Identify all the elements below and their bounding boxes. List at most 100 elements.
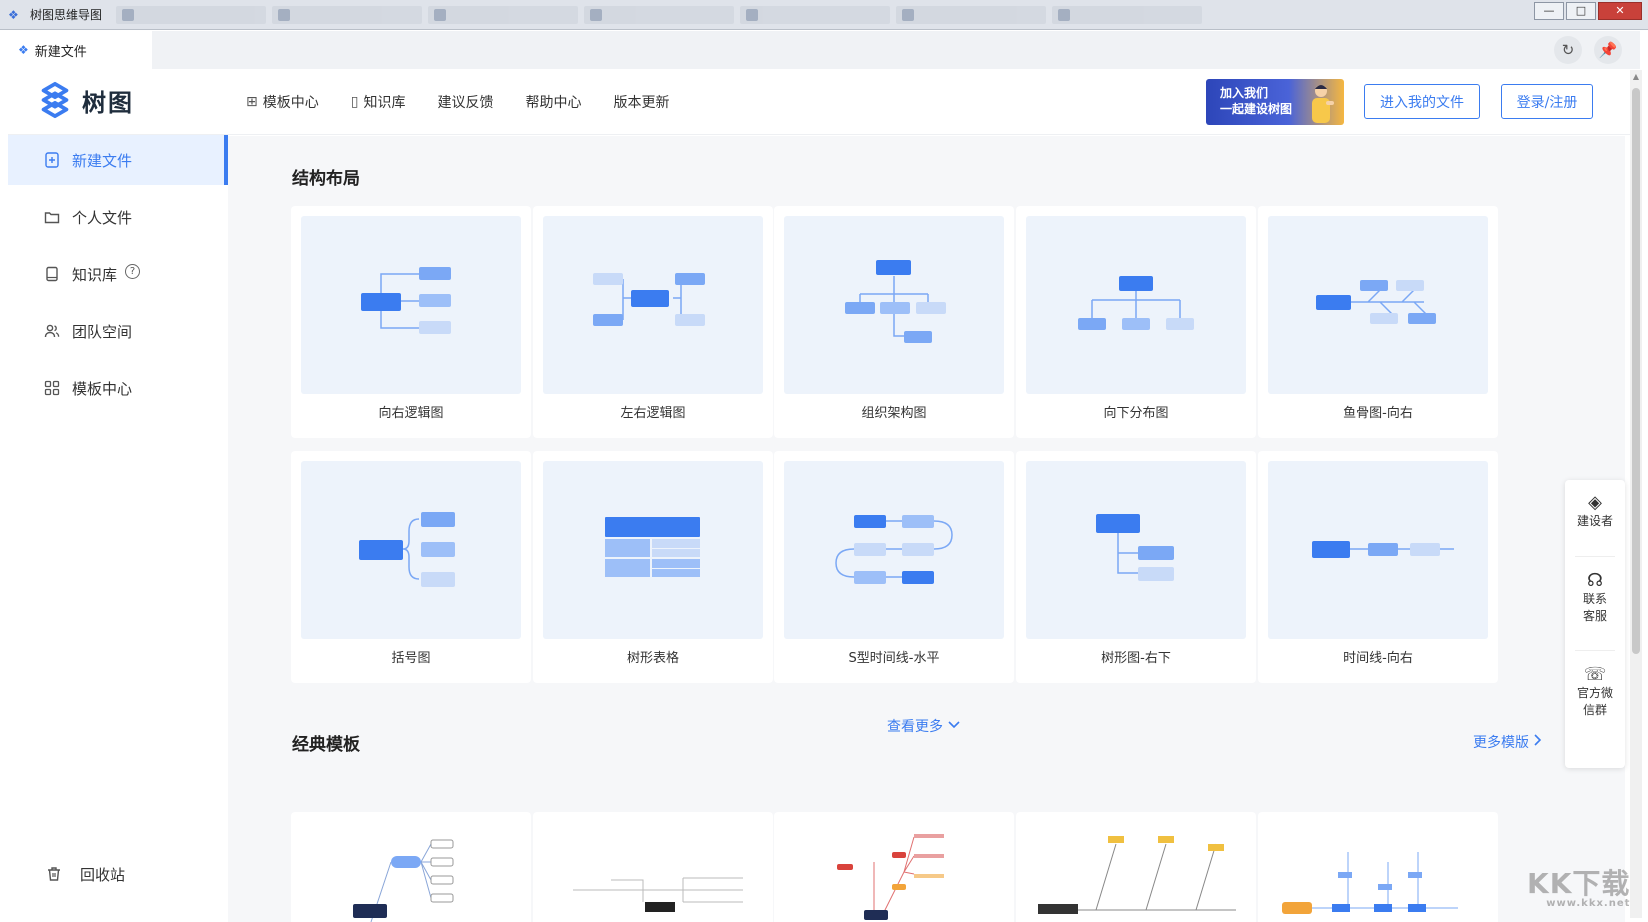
chevron-right-icon <box>1533 733 1543 751</box>
pin-button[interactable]: 📌 <box>1594 36 1622 64</box>
divider <box>1575 650 1615 651</box>
window-title: 树图思维导图 <box>30 8 103 22</box>
nav-label: 模板中心 <box>262 95 319 111</box>
taskbar-tab[interactable] <box>584 5 735 24</box>
layout-card-tree-table[interactable]: 树形表格 <box>533 451 773 683</box>
chevron-down-icon <box>947 718 961 734</box>
sidebar-item-team-space[interactable]: 团队空间 <box>8 306 228 356</box>
template-thumbnail <box>837 834 944 920</box>
sidebar-item-knowledge-base[interactable]: 知识库 ? <box>8 249 228 299</box>
layout-thumbnail <box>1026 461 1246 639</box>
taskbar-tab[interactable] <box>1052 5 1203 24</box>
layout-card-timeline-right[interactable]: 时间线-向右 <box>1258 451 1498 683</box>
tab-new-file[interactable]: ❖ 新建文件 <box>8 31 152 69</box>
book-icon: ▯ <box>350 94 359 110</box>
layout-card-bracket[interactable]: 括号图 <box>291 451 531 683</box>
layout-thumbnail <box>1026 216 1246 394</box>
float-wechat-group[interactable]: ☏ 官方微信群 <box>1565 666 1625 719</box>
template-thumbnail <box>1038 836 1236 914</box>
see-more-link[interactable]: 查看更多 <box>887 716 961 736</box>
layout-thumbnail <box>301 461 521 639</box>
app-header: 树图 ⊞ 模板中心 ▯ 知识库 建议反馈 帮助中心 版本更新 加入我们 一起建设… <box>8 69 1632 135</box>
help-icon[interactable]: ? <box>125 263 141 279</box>
nav-label: 知识库 <box>363 95 406 111</box>
taskbar-tab[interactable] <box>896 5 1047 24</box>
layout-card-left-right-logic[interactable]: 左右逻辑图 <box>533 206 773 438</box>
team-icon <box>44 323 60 339</box>
nav-knowledge-base[interactable]: ▯ 知识库 <box>351 92 406 112</box>
os-title-bar: ❖ 树图思维导图 — □ ✕ <box>0 0 1648 30</box>
login-register-button[interactable]: 登录/注册 <box>1501 84 1593 119</box>
layout-card-down-distribution[interactable]: 向下分布图 <box>1016 206 1256 438</box>
nav-feedback[interactable]: 建议反馈 <box>437 92 493 112</box>
maximize-button[interactable]: □ <box>1566 2 1596 20</box>
template-thumbnail <box>353 839 454 922</box>
template-card[interactable] <box>1016 812 1256 922</box>
refresh-icon: ↻ <box>1561 41 1575 59</box>
more-templates-link[interactable]: 更多模版 <box>1473 732 1543 752</box>
sidebar-item-label: 知识库 <box>72 265 118 284</box>
nav-help-center[interactable]: 帮助中心 <box>525 92 581 112</box>
template-card[interactable] <box>774 812 1014 922</box>
close-button[interactable]: ✕ <box>1598 2 1642 20</box>
layout-label: 组织架构图 <box>861 406 927 421</box>
float-builder-label: 建设者 <box>1576 514 1613 528</box>
layout-label: 树形表格 <box>626 651 679 666</box>
my-files-button[interactable]: 进入我的文件 <box>1364 84 1480 119</box>
logo-mark-icon <box>41 81 69 119</box>
more-templates-label: 更多模版 <box>1473 735 1529 751</box>
section-title-structure: 结构布局 <box>292 169 360 189</box>
taskbar-tab[interactable] <box>272 5 423 24</box>
sidebar-item-recycle-bin[interactable]: 回收站 <box>8 854 228 894</box>
sidebar-item-label: 个人文件 <box>72 208 133 227</box>
layout-thumbnail <box>1268 461 1488 639</box>
template-card[interactable] <box>533 812 773 922</box>
recycle-label: 回收站 <box>80 865 126 884</box>
sidebar-item-new-file[interactable]: 新建文件 <box>8 135 228 185</box>
layout-label: 鱼骨图-向右 <box>1343 406 1413 421</box>
person-illustration-icon <box>1312 85 1334 123</box>
wechat-icon: ☏ <box>1583 664 1607 685</box>
scroll-up-icon[interactable]: ▲ <box>1630 72 1642 84</box>
layout-thumbnail <box>784 216 1004 394</box>
template-card[interactable] <box>1258 812 1498 922</box>
layout-thumbnail <box>301 216 521 394</box>
nav-version-update[interactable]: 版本更新 <box>613 92 669 112</box>
float-support-label: 联系客服 <box>1582 592 1607 623</box>
template-thumbnail <box>573 877 743 912</box>
layout-thumbnail <box>784 461 1004 639</box>
taskbar-tab[interactable] <box>740 5 891 24</box>
taskbar-tab[interactable] <box>116 5 267 24</box>
layout-thumbnail <box>1268 216 1488 394</box>
layout-card-tree-right-down[interactable]: 树形图-右下 <box>1016 451 1256 683</box>
nav-label: 版本更新 <box>613 95 670 111</box>
layout-label: 左右逻辑图 <box>620 406 686 421</box>
refresh-button[interactable]: ↻ <box>1554 36 1582 64</box>
background-taskbar-tabs <box>116 5 1203 24</box>
layout-card-s-timeline[interactable]: S型时间线-水平 <box>774 451 1014 683</box>
join-us-banner[interactable]: 加入我们 一起建设树图 <box>1206 79 1344 125</box>
divider <box>1575 556 1615 557</box>
layout-card-org-chart[interactable]: 组织架构图 <box>774 206 1014 438</box>
template-card[interactable] <box>291 812 531 922</box>
layout-card-fishbone-right[interactable]: 鱼骨图-向右 <box>1258 206 1498 438</box>
float-contact-support[interactable]: ☊ 联系客服 <box>1565 572 1625 625</box>
layout-card-right-logic[interactable]: 向右逻辑图 <box>291 206 531 438</box>
logo[interactable]: 树图 <box>36 81 134 119</box>
sidebar-item-personal-files[interactable]: 个人文件 <box>8 192 228 242</box>
float-wechat-label: 官方微信群 <box>1577 686 1614 717</box>
tab-label: 新建文件 <box>34 44 87 60</box>
nav-template-center[interactable]: ⊞ 模板中心 <box>246 92 319 112</box>
scroll-thumb[interactable] <box>1632 88 1640 654</box>
sidebar-item-label: 新建文件 <box>72 151 133 170</box>
taskbar-tab[interactable] <box>428 5 579 24</box>
watermark-text: KK下载 <box>1527 867 1631 900</box>
layout-label: 树形图-右下 <box>1101 651 1171 666</box>
minimize-button[interactable]: — <box>1534 2 1564 20</box>
window-controls: — □ ✕ <box>1534 2 1642 20</box>
float-service-panel: ◈ 建设者 ☊ 联系客服 ☏ 官方微信群 <box>1565 480 1625 768</box>
float-builder[interactable]: ◈ 建设者 <box>1565 494 1625 530</box>
sidebar-item-template-center[interactable]: 模板中心 <box>8 363 228 413</box>
sidebar: 新建文件 个人文件 知识库 ? 团队空间 模板中心 回收站 <box>8 135 228 922</box>
vertical-scrollbar[interactable]: ▲ <box>1630 70 1642 918</box>
